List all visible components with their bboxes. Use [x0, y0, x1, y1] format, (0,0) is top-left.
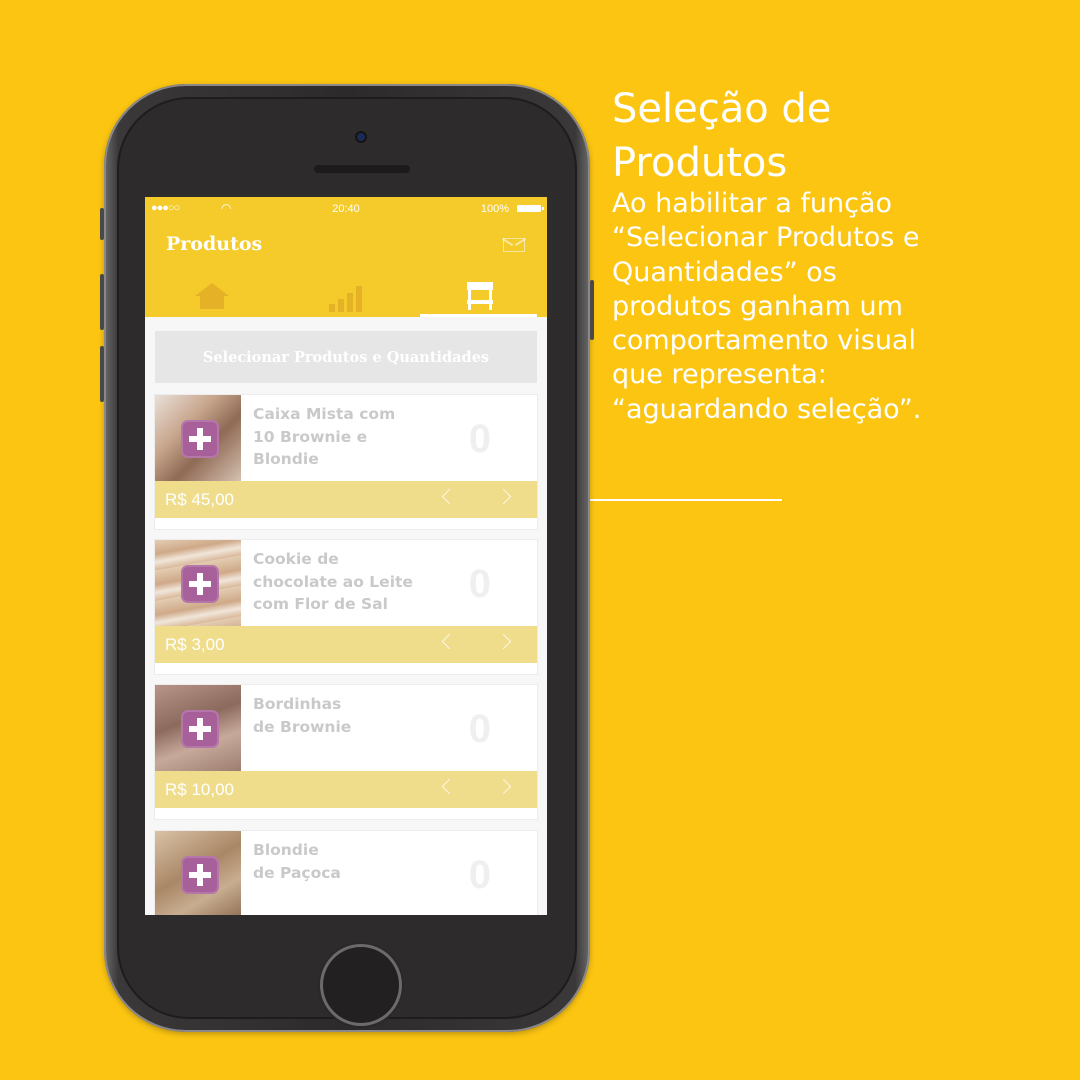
product-thumbnail — [155, 685, 241, 773]
product-quantity: 0 — [468, 707, 491, 751]
chevron-left-icon[interactable] — [441, 778, 458, 795]
home-icon — [195, 283, 229, 311]
product-card[interactable]: Cookie de chocolate ao Leite com Flor de… — [155, 540, 537, 674]
volume-up-button — [100, 274, 104, 330]
app-header: ●●●○○ ◠ 20:40 100% Produtos — [145, 197, 547, 317]
product-quantity: 0 — [468, 562, 491, 606]
mute-switch — [100, 208, 104, 240]
product-list-area: Selecionar Produtos e Quantidades Caixa … — [145, 317, 547, 915]
product-quantity: 0 — [468, 417, 491, 461]
front-camera — [357, 133, 365, 141]
tab-bar — [145, 277, 547, 317]
add-product-button[interactable] — [181, 856, 219, 894]
product-card[interactable]: Blondie de Paçoca 0 — [155, 831, 537, 915]
product-name: Bordinhas de Brownie — [253, 695, 352, 736]
price-bar: R$ 10,00 — [155, 771, 537, 808]
product-price: R$ 45,00 — [165, 490, 234, 509]
tab-reports[interactable] — [279, 277, 413, 317]
product-name: Blondie de Paçoca — [253, 841, 341, 882]
product-price: R$ 3,00 — [165, 635, 225, 654]
chevron-left-icon[interactable] — [441, 488, 458, 505]
price-bar: R$ 3,00 — [155, 626, 537, 663]
product-thumbnail — [155, 831, 241, 915]
page-title: Produtos — [166, 233, 263, 255]
product-card[interactable]: Caixa Mista com 10 Brownie e Blondie 0 R… — [155, 395, 537, 529]
chart-icon — [327, 282, 365, 312]
product-name: Cookie de chocolate ao Leite com Flor de… — [253, 550, 413, 613]
select-products-button[interactable]: Selecionar Produtos e Quantidades — [155, 331, 537, 383]
battery-percentage: 100% — [480, 203, 509, 215]
add-product-button[interactable] — [181, 420, 219, 458]
price-bar: R$ 45,00 — [155, 481, 537, 518]
product-thumbnail — [155, 540, 241, 628]
product-price: R$ 10,00 — [165, 780, 234, 799]
volume-down-button — [100, 346, 104, 402]
product-thumbnail — [155, 395, 241, 483]
chevron-left-icon[interactable] — [441, 633, 458, 650]
feature-description: Ao habilitar a função “Selecionar Produt… — [612, 188, 922, 425]
mail-icon[interactable] — [503, 238, 525, 252]
add-product-button[interactable] — [181, 565, 219, 603]
status-bar: ●●●○○ ◠ 20:40 100% — [145, 201, 547, 218]
feature-headline: Seleção de Produtos — [612, 86, 832, 186]
home-button — [323, 947, 399, 1023]
battery-icon — [517, 205, 544, 212]
power-button — [590, 280, 594, 340]
tab-store[interactable] — [413, 277, 547, 317]
tab-home[interactable] — [145, 277, 279, 317]
store-stand-icon — [467, 282, 493, 312]
product-card[interactable]: Bordinhas de Brownie 0 R$ 10,00 — [155, 685, 537, 819]
app-screen: ●●●○○ ◠ 20:40 100% Produtos Selecionar P… — [145, 197, 547, 915]
chevron-right-icon[interactable] — [495, 488, 512, 505]
earpiece-speaker — [314, 165, 410, 173]
product-quantity: 0 — [468, 853, 491, 897]
add-product-button[interactable] — [181, 710, 219, 748]
product-name: Caixa Mista com 10 Brownie e Blondie — [253, 405, 396, 468]
chevron-right-icon[interactable] — [495, 633, 512, 650]
chevron-right-icon[interactable] — [495, 778, 512, 795]
